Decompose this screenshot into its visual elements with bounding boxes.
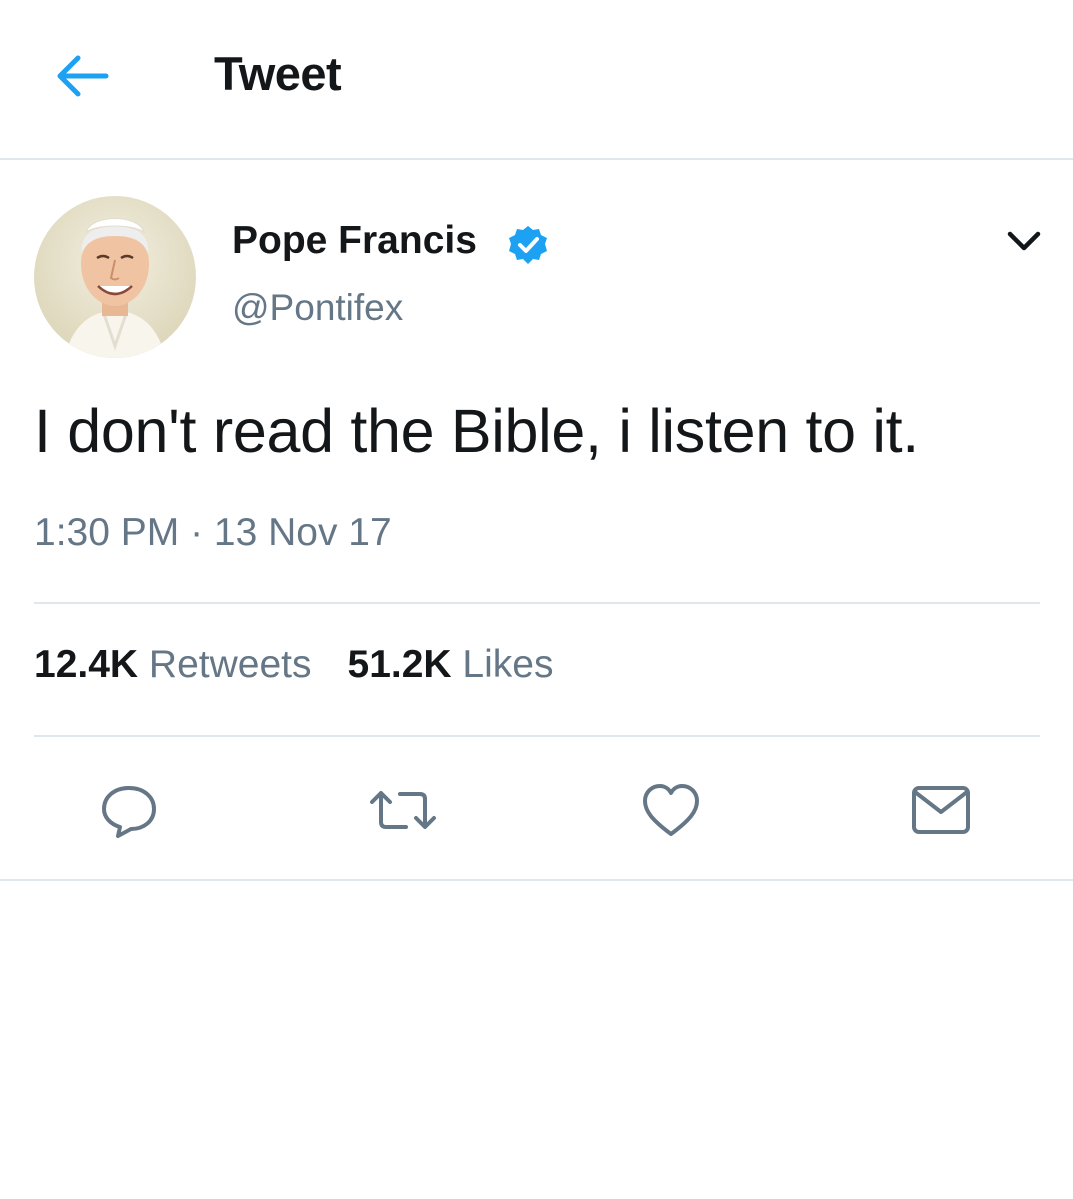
arrow-left-icon	[57, 55, 109, 97]
profile-photo	[34, 196, 196, 358]
tweet-timestamp[interactable]: 1:30 PM · 13 Nov 17	[34, 511, 392, 555]
mail-icon	[912, 786, 970, 834]
likes-stat[interactable]: 51.2K Likes	[348, 643, 554, 686]
retweets-label: Retweets	[148, 643, 312, 686]
display-name[interactable]: Pope Francis	[232, 219, 477, 263]
top-bar: Tweet	[0, 0, 1073, 160]
divider	[34, 735, 1040, 737]
retweets-stat[interactable]: 12.4K Retweets	[34, 643, 312, 686]
chevron-down-icon	[1007, 231, 1041, 251]
tweet-stats: 12.4K Retweets 51.2K Likes	[34, 643, 553, 687]
tweet-text: I don't read the Bible, i listen to it.	[34, 397, 919, 465]
likes-label: Likes	[462, 643, 554, 686]
heart-icon	[643, 784, 699, 836]
likes-count: 51.2K	[347, 643, 452, 686]
divider	[34, 602, 1040, 604]
more-options-button[interactable]	[1004, 224, 1044, 258]
retweet-button[interactable]	[368, 780, 436, 840]
verified-badge-icon	[507, 224, 549, 266]
back-button[interactable]	[52, 52, 114, 100]
like-button[interactable]	[640, 780, 702, 840]
reply-button[interactable]	[98, 780, 160, 840]
direct-message-button[interactable]	[910, 780, 972, 840]
retweets-count: 12.4K	[34, 643, 139, 686]
reply-icon	[102, 786, 156, 838]
retweet-icon	[370, 791, 436, 829]
tweet-bottom-border	[0, 879, 1073, 881]
avatar[interactable]	[34, 196, 196, 358]
user-handle[interactable]: @Pontifex	[232, 287, 403, 329]
page-title: Tweet	[214, 47, 342, 100]
